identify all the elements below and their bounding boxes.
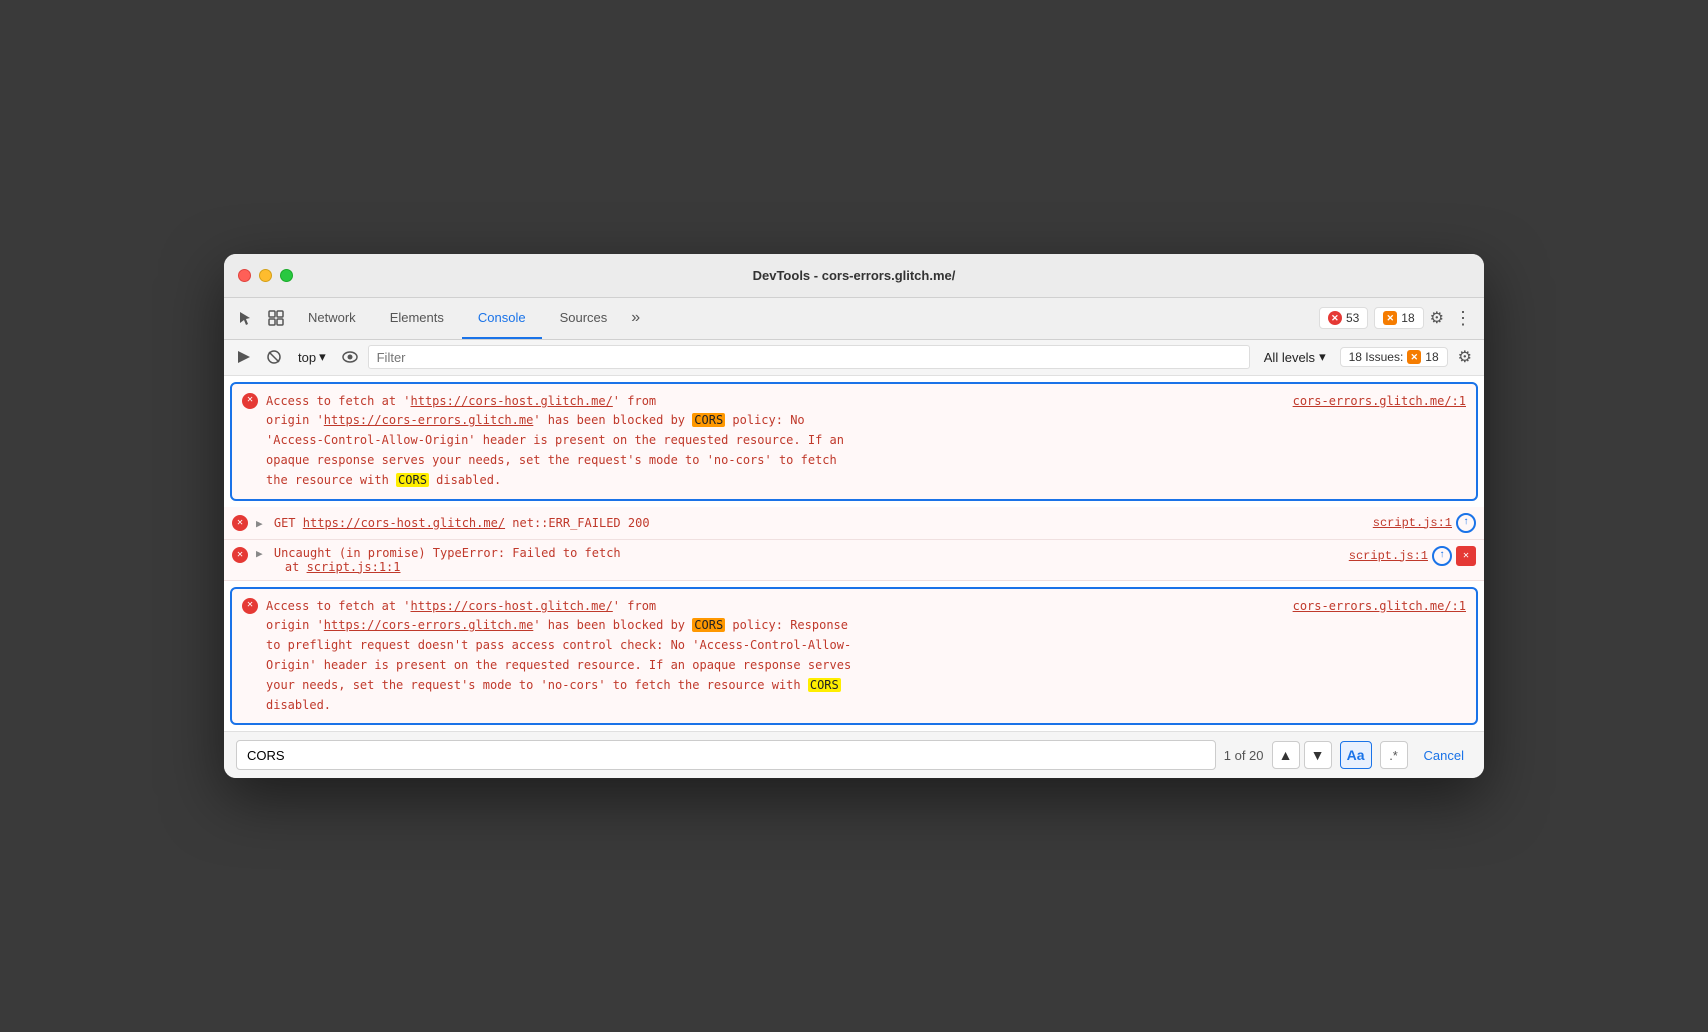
clear-icon[interactable] [262,345,286,369]
search-bar: 1 of 20 ▲ ▼ Aa .* Cancel [224,731,1484,778]
settings-icon[interactable]: ⚙ [1426,304,1448,332]
console-toolbar: top ▾ All levels ▾ 18 Issues: ✕ 18 ⚙ [224,340,1484,376]
error3-source[interactable]: script.js:1 [1349,549,1428,563]
error-row-2: ✕ ▶ GET https://cors-host.glitch.me/ net… [224,507,1484,540]
warning-badge[interactable]: ✕ 18 [1374,307,1423,329]
error3-actions: script.js:1 ↑ ✕ [1349,546,1476,566]
error2-up-icon[interactable]: ↑ [1456,513,1476,533]
tab-elements[interactable]: Elements [374,297,460,339]
cursor-icon[interactable] [232,304,260,332]
error-content-3: ▶ Uncaught (in promise) TypeError: Faile… [256,546,1341,574]
console-area: ✕ Access to fetch at 'https://cors-host.… [224,376,1484,732]
console-settings-icon[interactable]: ⚙ [1454,343,1476,371]
tab-console[interactable]: Console [462,297,542,339]
minimize-button[interactable] [259,269,272,282]
regex-button[interactable]: .* [1380,741,1408,769]
eye-icon[interactable] [338,345,362,369]
close-button[interactable] [238,269,251,282]
error-row-3: ✕ ▶ Uncaught (in promise) TypeError: Fai… [224,540,1484,581]
error2-actions: script.js:1 ↑ [1373,513,1476,533]
error3-script-link[interactable]: script.js:1:1 [307,560,401,574]
error-row-4: ✕ Access to fetch at 'https://cors-host.… [230,587,1478,726]
error4-link2[interactable]: https://cors-errors.glitch.me [324,618,534,632]
more-tabs-icon[interactable]: » [625,309,646,327]
search-next-button[interactable]: ▼ [1304,741,1332,769]
cors-badge-2: CORS [396,473,429,487]
error2-source[interactable]: script.js:1 [1373,516,1452,530]
issues-badge[interactable]: 18 Issues: ✕ 18 [1340,347,1448,367]
case-sensitive-button[interactable]: Aa [1340,741,1372,769]
maximize-button[interactable] [280,269,293,282]
error-icon-4: ✕ [242,598,258,614]
context-selector[interactable]: top ▾ [292,346,332,368]
levels-selector[interactable]: All levels ▾ [1256,346,1334,368]
cors-badge-4: CORS [808,678,841,692]
cors-badge-3: CORS [692,618,725,632]
search-count: 1 of 20 [1224,748,1264,763]
error1-source[interactable]: cors-errors.glitch.me/:1 [1293,394,1466,408]
issues-badge-icon: ✕ [1407,350,1421,364]
window-title: DevTools - cors-errors.glitch.me/ [753,268,956,283]
title-bar: DevTools - cors-errors.glitch.me/ [224,254,1484,298]
cancel-search-button[interactable]: Cancel [1416,744,1472,767]
error3-up-icon[interactable]: ↑ [1432,546,1452,566]
search-input[interactable] [236,740,1216,770]
error1-link2[interactable]: https://cors-errors.glitch.me [324,413,534,427]
error-row-1: ✕ Access to fetch at 'https://cors-host.… [230,382,1478,501]
main-toolbar: Network Elements Console Sources » ✕ 53 … [224,298,1484,340]
expand-arrow-3[interactable]: ▶ [256,547,263,560]
execute-icon[interactable] [232,345,256,369]
filter-input[interactable] [368,345,1250,369]
error-icon-3: ✕ [232,547,248,563]
tab-network[interactable]: Network [292,297,372,339]
error2-link[interactable]: https://cors-host.glitch.me/ [303,516,505,530]
search-nav: ▲ ▼ [1272,741,1332,769]
cors-badge-1: CORS [692,413,725,427]
error-icon-1: ✕ [242,393,258,409]
warning-badge-icon: ✕ [1383,311,1397,325]
badge-group: ✕ 53 ✕ 18 [1319,307,1424,329]
error3-remove-icon[interactable]: ✕ [1456,546,1476,566]
error4-source[interactable]: cors-errors.glitch.me/:1 [1293,599,1466,613]
error4-link1[interactable]: https://cors-host.glitch.me/ [411,599,613,613]
traffic-lights [238,269,293,282]
error1-link1[interactable]: https://cors-host.glitch.me/ [411,394,613,408]
expand-arrow-2[interactable]: ▶ [256,517,263,530]
tab-sources[interactable]: Sources [544,297,624,339]
error-badge[interactable]: ✕ 53 [1319,307,1368,329]
error-badge-icon: ✕ [1328,311,1342,325]
error-icon-2: ✕ [232,515,248,531]
error-content-4: Access to fetch at 'https://cors-host.gl… [266,597,1466,716]
error-content-2: ▶ GET https://cors-host.glitch.me/ net::… [256,516,1365,530]
devtools-window: DevTools - cors-errors.glitch.me/ Networ… [224,254,1484,779]
error-content-1: Access to fetch at 'https://cors-host.gl… [266,392,1466,491]
search-prev-button[interactable]: ▲ [1272,741,1300,769]
more-options-icon[interactable]: ⋮ [1450,304,1476,333]
inspect-icon[interactable] [262,304,290,332]
